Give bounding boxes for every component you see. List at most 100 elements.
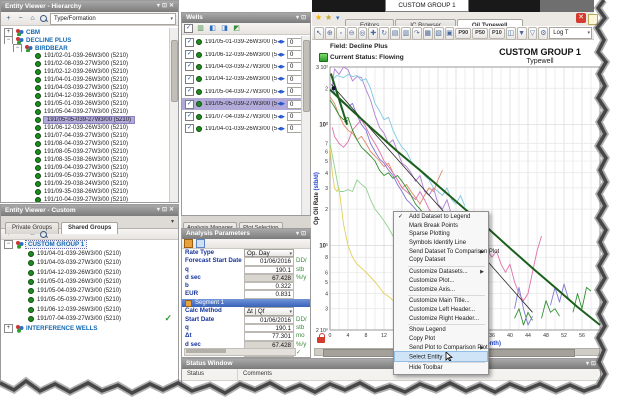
- tree-well[interactable]: 191/08-05-039-27W3/00 (5210): [1, 148, 170, 156]
- menu-item-send-dataset-to-comparison-plot[interactable]: Send Dataset To Comparison Plot▶: [395, 248, 487, 257]
- tree-group[interactable]: +CBM: [1, 28, 170, 36]
- close-icon[interactable]: ✕: [169, 207, 176, 213]
- status-window-header[interactable]: Status Window ▾⊡: [182, 359, 600, 369]
- analysis-h-scrollbar[interactable]: [184, 348, 296, 356]
- well-checkbox[interactable]: ✓: [185, 112, 194, 121]
- wells-row[interactable]: ✓191/04-03-039-27W3/00 (5210)◀▶0: [182, 61, 302, 73]
- tree-well[interactable]: 191/04-03-039-27W3/00 (5210): [1, 84, 170, 92]
- param-row[interactable]: Start Date01/06/2016DD/: [182, 316, 310, 324]
- wells-panel-header[interactable]: Wells ▾⊡: [182, 13, 310, 23]
- qi-start-marker[interactable]: [332, 86, 336, 90]
- tree-group[interactable]: +INTERFERENCE WELLS: [1, 324, 178, 333]
- chevron-down-icon[interactable]: ▾: [289, 308, 292, 316]
- tab-private-groups[interactable]: Private Groups: [5, 222, 59, 234]
- menu-item-sparse-plotting[interactable]: Sparse Plotting: [395, 230, 487, 239]
- param-row[interactable]: Calc MethodΔt | Qf▾: [182, 307, 310, 315]
- menu-item-customize-left-header[interactable]: Customize Left Header...: [395, 306, 487, 315]
- param-row[interactable]: q190.1stb: [182, 324, 310, 332]
- param-dropdown[interactable]: Δt | Qf▾: [244, 307, 294, 315]
- param-value[interactable]: 0.831: [244, 290, 294, 298]
- well-checkbox[interactable]: ✓: [185, 50, 194, 59]
- status-column-header[interactable]: Status: [182, 369, 238, 380]
- pin-icon[interactable]: ⊡: [162, 207, 169, 213]
- check-all-icon[interactable]: ✓: [184, 24, 193, 33]
- dataset-remove-icon[interactable]: ▦: [423, 27, 433, 40]
- tree-well[interactable]: 191/04-01-039-26W3/00 (5210): [1, 249, 178, 258]
- options-gear-icon[interactable]: ⚙: [538, 27, 548, 40]
- tree-well[interactable]: 191/04-03-039-27W3/00 (5210): [1, 259, 178, 268]
- apply-icon[interactable]: ◩: [231, 24, 242, 34]
- filter-funnel-icon[interactable]: ▽: [528, 27, 538, 40]
- menu-item-copy-plot[interactable]: Copy Plot: [395, 335, 487, 344]
- menu-item-mark-break-points[interactable]: Mark Break Points: [395, 222, 487, 231]
- well-checkbox[interactable]: ✓: [185, 38, 194, 47]
- search-icon[interactable]: [39, 230, 48, 239]
- groups-dropdown-chevron-icon[interactable]: ▾: [171, 218, 174, 225]
- wells-row[interactable]: ✓191/05-01-039-26W3/00 (5210)◀▶0: [182, 36, 302, 48]
- param-value[interactable]: 77.301: [244, 332, 294, 340]
- zoom-in-icon[interactable]: ⊕: [325, 27, 335, 40]
- well-shift-value[interactable]: 0: [287, 124, 302, 133]
- prev-next-arrows-icon[interactable]: ◀▶: [277, 52, 285, 58]
- well-shift-value[interactable]: 0: [287, 100, 302, 109]
- tab-overflow-chevron-icon[interactable]: ▾: [336, 14, 340, 22]
- well-shift-value[interactable]: 0: [287, 38, 302, 47]
- well-shift-value[interactable]: 0: [287, 112, 302, 121]
- favorite-star2-icon[interactable]: ★: [325, 13, 332, 22]
- param-row[interactable]: q190.1stb: [182, 266, 310, 274]
- param-value[interactable]: 67.428: [244, 274, 294, 282]
- zoom-window-icon[interactable]: ▫: [336, 27, 346, 40]
- zoom-out-icon[interactable]: ⊖: [347, 27, 357, 40]
- menu-item-select-entity[interactable]: Select Entity: [395, 352, 487, 361]
- favorite-star-icon[interactable]: ★: [315, 13, 322, 22]
- refresh-icon[interactable]: ↻: [379, 27, 389, 40]
- wells-row[interactable]: ✓191/07-04-039-27W3/00 (5210)◀▶0: [182, 110, 302, 122]
- expand-plus-icon[interactable]: +: [4, 324, 13, 333]
- well-checkbox[interactable]: ✓: [185, 100, 194, 109]
- well-shift-value[interactable]: 0: [287, 62, 302, 71]
- tab-shared-groups[interactable]: Shared Groups: [61, 222, 118, 234]
- menu-item-show-legend[interactable]: Show Legend: [395, 326, 487, 335]
- percentile-p90-button[interactable]: P90: [455, 28, 471, 39]
- tree-well[interactable]: 191/02-12-039-26W3/00 (5210): [1, 68, 170, 76]
- well-shift-value[interactable]: 0: [287, 87, 302, 96]
- tree-well[interactable]: 191/09-05-039-27W3/00 (5210): [1, 172, 170, 180]
- param-value[interactable]: 01/06/2016: [244, 257, 294, 265]
- wells-row[interactable]: ✓191/06-12-039-26W3/00 (5210)◀▶0: [182, 48, 302, 60]
- tree-well[interactable]: 191/09-04-039-27W3/00 (5210): [1, 164, 170, 172]
- new-tab-icon[interactable]: [588, 14, 598, 25]
- segment-header[interactable]: Segment 1: [182, 299, 310, 308]
- close-tab-icon[interactable]: ✕: [576, 13, 586, 23]
- pin-icon[interactable]: ⊡: [301, 15, 308, 21]
- param-row[interactable]: Rate TypeOp. Day▾: [182, 249, 310, 257]
- well-checkbox[interactable]: ✓: [185, 124, 194, 133]
- pan-icon[interactable]: ✚: [368, 27, 378, 40]
- tree-well[interactable]: 191/08-35-038-26W3/00 (5210): [1, 156, 170, 164]
- comments-column-header[interactable]: Comments: [238, 369, 272, 380]
- legend-icon[interactable]: ▣: [445, 27, 455, 40]
- close-icon[interactable]: ✕: [169, 3, 176, 9]
- prev-next-arrows-icon[interactable]: ◀▶: [277, 114, 285, 120]
- well-shift-value[interactable]: 0: [287, 75, 302, 84]
- menu-item-customize-plot[interactable]: Customize Plot...: [395, 277, 487, 286]
- tree-well[interactable]: 191/05-04-039-27W3/00 (5210): [1, 108, 170, 116]
- tree-well[interactable]: 191/02-08-039-27W3/00 (5210): [1, 60, 170, 68]
- chevron-down-icon[interactable]: ▾: [170, 14, 173, 24]
- tree-group[interactable]: −DECLINE PLUS: [1, 36, 170, 44]
- move-right-icon[interactable]: ◨: [219, 24, 230, 34]
- percentile-p50-button[interactable]: P50: [472, 28, 488, 39]
- analysis-copy-icon[interactable]: [196, 239, 205, 248]
- param-row[interactable]: Forecast Start Date01/06/2016DD/: [182, 257, 310, 265]
- param-value[interactable]: 190.1: [244, 266, 294, 274]
- param-row[interactable]: d sec67.428%/y: [182, 274, 310, 282]
- well-checkbox[interactable]: ✓: [185, 75, 194, 84]
- param-row[interactable]: Δt77.301mo: [182, 332, 310, 340]
- print-icon[interactable]: ▤: [390, 27, 400, 40]
- hierarchy-filter-dropdown[interactable]: Type/Formation ▾: [50, 13, 176, 25]
- print-preview-icon[interactable]: ▥: [401, 27, 411, 40]
- percentile-p10-button[interactable]: P10: [489, 28, 505, 39]
- custom-panel-header[interactable]: Entity Viewer - Custom ▾⊡✕: [1, 205, 178, 216]
- param-row[interactable]: EUR0.831: [182, 290, 310, 298]
- param-row[interactable]: b0.322: [182, 282, 310, 290]
- collapse-minus-icon[interactable]: −: [4, 240, 13, 249]
